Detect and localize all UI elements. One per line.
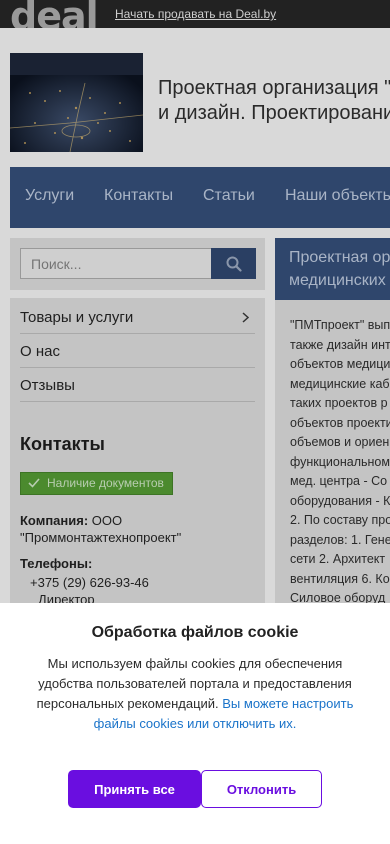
cookie-text: Мы используем файлы cookies для обеспече…	[30, 654, 360, 734]
cookie-dialog: Обработка файлов cookie Мы используем фа…	[0, 603, 390, 844]
accept-all-button[interactable]: Принять все	[68, 770, 201, 808]
cookie-title: Обработка файлов cookie	[91, 624, 299, 641]
reject-button[interactable]: Отклонить	[201, 770, 322, 808]
